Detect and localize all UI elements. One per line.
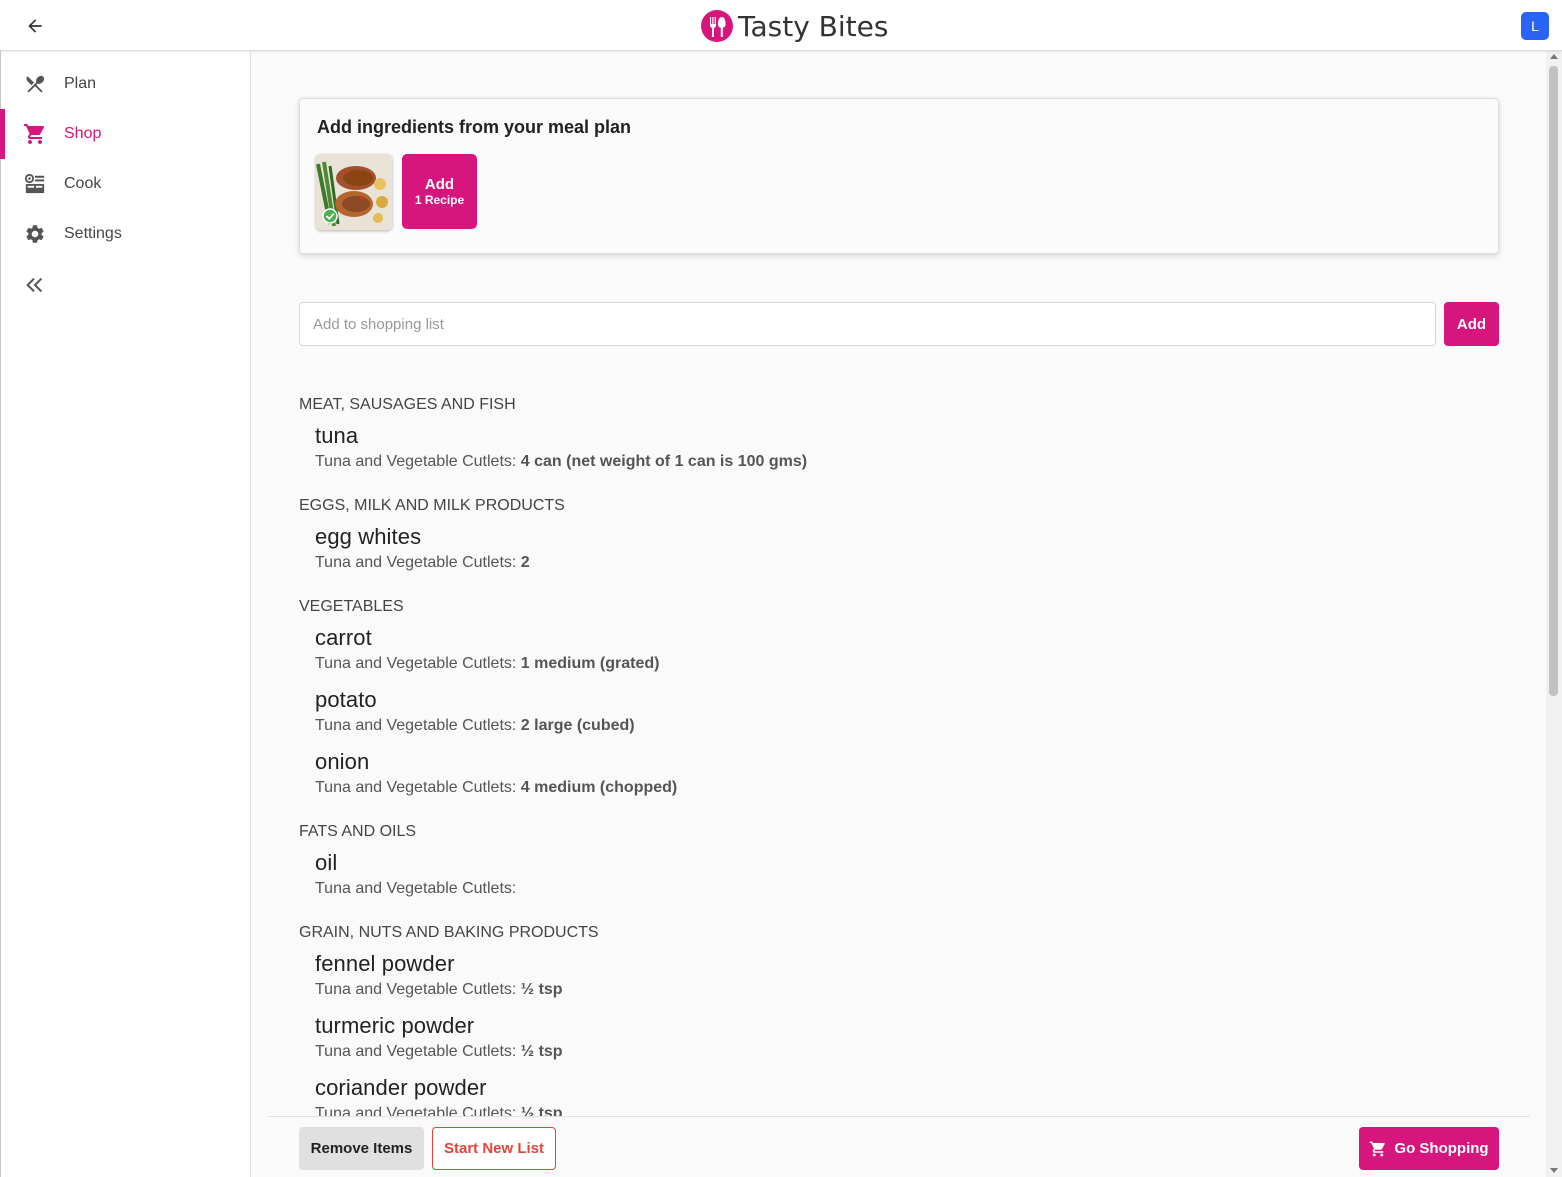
- list-item[interactable]: coriander powder Tuna and Vegetable Cutl…: [299, 1074, 1499, 1116]
- category-title: MEAT, SAUSAGES AND FISH: [299, 396, 516, 413]
- double-chevron-left-icon: [26, 277, 43, 293]
- user-avatar[interactable]: L: [1521, 12, 1549, 40]
- sidebar-item-label: Cook: [64, 175, 102, 192]
- category-title: GRAIN, NUTS AND BAKING PRODUCTS: [299, 924, 599, 941]
- category-title: FATS AND OILS: [299, 823, 417, 840]
- sidebar-item-label: Settings: [64, 225, 122, 242]
- item-detail: Tuna and Vegetable Cutlets:: [315, 878, 1499, 900]
- back-button[interactable]: [20, 11, 50, 41]
- sidebar-item-settings[interactable]: Settings: [1, 209, 251, 259]
- item-quantity: 2: [520, 554, 530, 571]
- item-recipe: Tuna and Vegetable Cutlets:: [315, 1043, 517, 1060]
- recipe-food-image: [316, 154, 392, 230]
- sidebar: Plan Shop Cook Settings: [0, 51, 251, 1177]
- item-name: turmeric powder: [315, 1013, 475, 1038]
- item-quantity: ½ tsp: [520, 1105, 563, 1116]
- sidebar-item-cook[interactable]: Cook: [1, 159, 251, 209]
- cart-icon: [23, 122, 47, 146]
- category-group: FATS AND OILS oil Tuna and Vegetable Cut…: [299, 821, 1499, 900]
- item-recipe: Tuna and Vegetable Cutlets:: [315, 717, 517, 734]
- list-item[interactable]: carrot Tuna and Vegetable Cutlets: 1 med…: [299, 624, 1499, 675]
- item-detail: Tuna and Vegetable Cutlets: 4 medium (ch…: [315, 777, 1499, 799]
- app-logo-icon: [701, 10, 733, 42]
- recipe-thumbnail[interactable]: [316, 154, 392, 230]
- arrow-left-icon: [28, 19, 42, 33]
- sidebar-item-shop[interactable]: Shop: [0, 109, 251, 159]
- add-recipes-button-count: 1 Recipe: [414, 193, 465, 207]
- list-item[interactable]: turmeric powder Tuna and Vegetable Cutle…: [299, 1012, 1499, 1063]
- cart-icon: [1370, 1141, 1386, 1156]
- item-name: onion: [315, 749, 370, 774]
- add-recipes-button-label: Add: [424, 176, 455, 193]
- item-name: tuna: [315, 423, 359, 448]
- category-group: MEAT, SAUSAGES AND FISH tuna Tuna and Ve…: [299, 394, 1499, 473]
- list-item[interactable]: potato Tuna and Vegetable Cutlets: 2 lar…: [299, 686, 1499, 737]
- go-shopping-label: Go Shopping: [1394, 1140, 1489, 1157]
- item-recipe: Tuna and Vegetable Cutlets:: [315, 554, 517, 571]
- list-item[interactable]: fennel powder Tuna and Vegetable Cutlets…: [299, 950, 1499, 1001]
- item-quantity: 4 can (net weight of 1 can is 100 gms): [520, 453, 808, 470]
- list-item[interactable]: onion Tuna and Vegetable Cutlets: 4 medi…: [299, 748, 1499, 799]
- list-item[interactable]: oil Tuna and Vegetable Cutlets:: [299, 849, 1499, 900]
- add-recipes-button[interactable]: Add 1 Recipe: [402, 154, 477, 229]
- app-brand[interactable]: Tasty Bites: [700, 6, 888, 46]
- list-item[interactable]: egg whites Tuna and Vegetable Cutlets: 2: [299, 523, 1499, 574]
- app-title: Tasty Bites: [738, 9, 889, 43]
- item-detail: Tuna and Vegetable Cutlets: ½ tsp: [315, 979, 1499, 1001]
- item-name: coriander powder: [315, 1075, 487, 1100]
- list-item[interactable]: tuna Tuna and Vegetable Cutlets: 4 can (…: [299, 422, 1499, 473]
- item-detail: Tuna and Vegetable Cutlets: 1 medium (gr…: [315, 653, 1499, 675]
- item-recipe: Tuna and Vegetable Cutlets:: [315, 880, 517, 897]
- item-detail: Tuna and Vegetable Cutlets: 2 large (cub…: [315, 715, 1499, 737]
- item-name: carrot: [315, 625, 372, 650]
- meal-plan-card-title: Add ingredients from your meal plan: [317, 117, 632, 137]
- item-recipe: Tuna and Vegetable Cutlets:: [315, 779, 517, 796]
- item-name: oil: [315, 850, 338, 875]
- item-recipe: Tuna and Vegetable Cutlets:: [315, 655, 517, 672]
- fork-knife-icon: [23, 72, 47, 96]
- category-title: EGGS, MILK AND MILK PRODUCTS: [299, 497, 565, 514]
- sidebar-item-label: Plan: [64, 75, 97, 92]
- collapse-sidebar-button[interactable]: [23, 273, 47, 297]
- shopping-list: MEAT, SAUSAGES AND FISH tuna Tuna and Ve…: [299, 394, 1499, 1116]
- item-recipe: Tuna and Vegetable Cutlets:: [315, 453, 517, 470]
- item-name: potato: [315, 687, 377, 712]
- item-name: fennel powder: [315, 951, 455, 976]
- scroll-down-icon[interactable]: [1550, 1168, 1558, 1173]
- item-quantity: ½ tsp: [520, 1043, 563, 1060]
- item-quantity: 1 medium (grated): [520, 655, 660, 672]
- main-content: Add ingredients from your meal plan Add …: [251, 51, 1546, 1177]
- item-detail: Tuna and Vegetable Cutlets: ½ tsp: [315, 1041, 1499, 1063]
- remove-items-button[interactable]: Remove Items: [299, 1127, 424, 1170]
- add-item-button[interactable]: Add: [1444, 302, 1499, 346]
- item-name: egg whites: [315, 524, 422, 549]
- sidebar-item-plan[interactable]: Plan: [1, 59, 251, 109]
- start-new-list-button[interactable]: Start New List: [432, 1127, 556, 1170]
- category-group: VEGETABLES carrot Tuna and Vegetable Cut…: [299, 596, 1499, 799]
- stove-icon: [23, 172, 47, 196]
- top-app-bar: Tasty Bites L: [0, 0, 1562, 51]
- item-recipe: Tuna and Vegetable Cutlets:: [315, 981, 517, 998]
- meal-plan-card: Add ingredients from your meal plan Add …: [299, 98, 1499, 254]
- item-detail: Tuna and Vegetable Cutlets: 4 can (net w…: [315, 451, 1499, 473]
- page-scrollbar[interactable]: [1546, 51, 1562, 1177]
- add-item-input[interactable]: [299, 302, 1436, 346]
- scroll-up-icon[interactable]: [1550, 54, 1558, 59]
- item-quantity: ½ tsp: [520, 981, 563, 998]
- sidebar-item-label: Shop: [64, 125, 102, 142]
- category-group: GRAIN, NUTS AND BAKING PRODUCTS fennel p…: [299, 922, 1499, 1116]
- item-detail: Tuna and Vegetable Cutlets: 2: [315, 552, 1499, 574]
- category-title: VEGETABLES: [299, 598, 404, 615]
- category-group: EGGS, MILK AND MILK PRODUCTS egg whites …: [299, 495, 1499, 574]
- item-detail: Tuna and Vegetable Cutlets: ½ tsp: [315, 1103, 1499, 1116]
- bottom-action-bar: Remove Items Start New List Go Shopping: [268, 1116, 1530, 1177]
- go-shopping-button[interactable]: Go Shopping: [1359, 1127, 1499, 1170]
- scroll-thumb[interactable]: [1549, 66, 1558, 696]
- item-quantity: 2 large (cubed): [520, 717, 635, 734]
- gear-icon: [23, 222, 47, 246]
- item-recipe: Tuna and Vegetable Cutlets:: [315, 1105, 517, 1116]
- item-quantity: 4 medium (chopped): [520, 779, 678, 796]
